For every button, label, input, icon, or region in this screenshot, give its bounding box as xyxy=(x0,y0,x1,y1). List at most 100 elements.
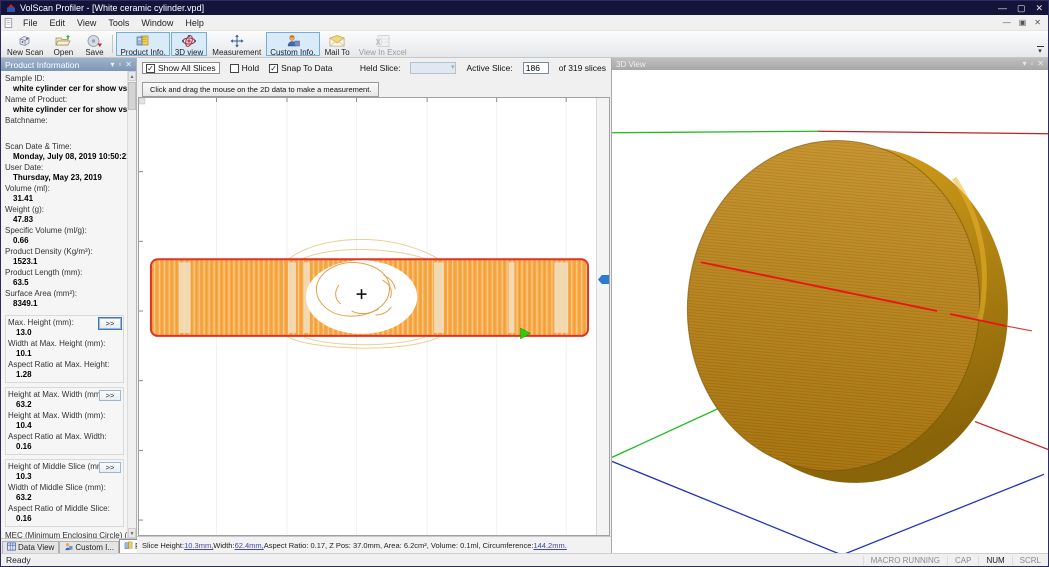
slice-slider[interactable] xyxy=(596,98,609,535)
scrollbar-thumb[interactable] xyxy=(128,82,136,110)
child-minimize-button[interactable]: — xyxy=(1003,18,1011,27)
toolbar-open-button[interactable]: Open xyxy=(48,32,78,56)
checkbox-box[interactable]: ✓ xyxy=(146,64,155,73)
toolbar-view-in-excel-button[interactable]: XView In Excel xyxy=(355,32,411,56)
menu-help[interactable]: Help xyxy=(179,17,210,29)
2d-plot-canvas[interactable] xyxy=(139,98,596,535)
toolbar-custom-info-button[interactable]: Custom Info. xyxy=(266,32,319,56)
jump-to-slice-button[interactable]: >> xyxy=(99,318,121,329)
toolbar-button-label: Custom Info. xyxy=(270,48,315,57)
status-value-link[interactable]: 144.2mm. xyxy=(533,541,566,550)
status-cap: CAP xyxy=(947,556,978,565)
field-label: Height at Max. Width (mm): xyxy=(8,411,121,421)
tab-label: Data View xyxy=(18,543,54,552)
panel-menu-icon[interactable]: ▾ xyxy=(1022,58,1026,70)
menu-view[interactable]: View xyxy=(71,17,102,29)
window-maximize-button[interactable]: ▢ xyxy=(1017,1,1026,15)
toolbar-save-button[interactable]: Save xyxy=(79,32,109,56)
field-label: User Date: xyxy=(5,163,124,173)
slice-total-label: of 319 slices xyxy=(559,63,606,73)
menu-window[interactable]: Window xyxy=(135,17,179,29)
checkbox-group: ✓Show All Slices Hold ✓Snap To Data xyxy=(142,62,332,74)
toolbar-button-label: Open xyxy=(54,48,74,57)
status-scrl: SCRL xyxy=(1012,556,1048,565)
info-group: >>Max. Height (mm):13.0Width at Max. Hei… xyxy=(5,315,124,383)
toolbar: New Scan Open Save Product Info.3D viewMeas… xyxy=(1,30,1048,58)
view-3d-header: 3D View ▾ ▫ ✕ xyxy=(612,58,1048,70)
field-label: Product Length (mm): xyxy=(5,268,124,278)
menu-edit[interactable]: Edit xyxy=(44,17,72,29)
info-group: >>Height at Max. Width (mm):63.2Height a… xyxy=(5,387,124,455)
held-slice-dropdown[interactable] xyxy=(410,62,456,74)
menu-tools[interactable]: Tools xyxy=(102,17,135,29)
toolbar-button-label: New Scan xyxy=(7,48,43,57)
checkbox-hold[interactable]: Hold xyxy=(230,63,259,73)
product-info-tab-icon xyxy=(124,541,133,552)
panel-menu-icon[interactable]: ▾ xyxy=(110,59,114,71)
toolbar-mail-to-button[interactable]: Mail To xyxy=(321,32,354,56)
document-icon[interactable] xyxy=(4,18,13,28)
app-logo-icon xyxy=(6,3,16,13)
measurement-hint-button[interactable]: Click and drag the mouse on the 2D data … xyxy=(142,82,379,97)
status-value-link[interactable]: 10.3mm, xyxy=(184,541,213,550)
pin-icon[interactable]: ▫ xyxy=(1030,58,1033,70)
tab-data-view[interactable]: Data View xyxy=(2,541,59,553)
product-info-scrollbar[interactable]: ▲ ▼ xyxy=(127,71,136,538)
toolbar-overflow-icon[interactable]: ▾ xyxy=(1034,46,1046,56)
3d-cylinder[interactable] xyxy=(673,128,1023,495)
title-bar: VolScan Profiler - [White ceramic cylind… xyxy=(1,1,1048,15)
save-icon xyxy=(85,34,103,48)
svg-text:X: X xyxy=(375,38,381,47)
field-value xyxy=(5,126,124,136)
field-label: Width at Max. Height (mm): xyxy=(8,339,121,349)
field-label: Surface Area (mm²): xyxy=(5,289,124,299)
field-label: Aspect Ratio of Middle Slice: xyxy=(8,504,121,514)
3d-canvas[interactable] xyxy=(612,70,1048,553)
child-restore-button[interactable]: ▣ xyxy=(1019,18,1027,27)
info-group: Sample ID:white cylinder cer for show vs… xyxy=(5,74,124,136)
plot-area xyxy=(138,97,610,536)
custom-info-tab-icon xyxy=(64,542,73,553)
checkbox-show-all-slices[interactable]: ✓Show All Slices xyxy=(142,62,220,74)
active-slice-input[interactable] xyxy=(523,62,549,74)
product-info-body: Sample ID:white cylinder cer for show vs… xyxy=(1,71,136,538)
app-window: VolScan Profiler - [White ceramic cylind… xyxy=(0,0,1049,567)
toolbar-button-label: Mail To xyxy=(325,48,350,57)
pin-icon[interactable]: ▫ xyxy=(118,59,121,71)
slice-slider-handle[interactable] xyxy=(598,275,609,284)
window-minimize-button[interactable]: — xyxy=(998,1,1007,15)
toolbar-new-scan-button[interactable]: New Scan xyxy=(3,32,47,56)
field-label: Sample ID: xyxy=(5,74,124,84)
excel-icon: X xyxy=(374,34,392,48)
panel-close-icon[interactable]: ✕ xyxy=(1037,58,1044,70)
menu-file[interactable]: File xyxy=(17,17,44,29)
scroll-down-icon[interactable]: ▼ xyxy=(128,528,136,538)
child-close-button[interactable]: ✕ xyxy=(1034,18,1041,27)
toolbar-measurement-button[interactable]: Measurement xyxy=(208,32,265,56)
status-bar: Ready MACRO RUNNINGCAPNUMSCRL xyxy=(1,553,1048,566)
checkbox-box[interactable]: ✓ xyxy=(269,64,278,73)
field-value: 0.66 xyxy=(5,236,124,246)
active-slice-label: Active Slice: xyxy=(466,63,512,73)
window-title: VolScan Profiler - [White ceramic cylind… xyxy=(20,3,204,13)
window-close-button[interactable]: ✕ xyxy=(1035,1,1043,15)
jump-to-slice-button[interactable]: >> xyxy=(99,390,121,401)
toolbar-3d-view-button[interactable]: 3D view xyxy=(171,32,207,56)
scroll-up-icon[interactable]: ▲ xyxy=(128,71,136,81)
field-value: 10.1 xyxy=(8,349,121,359)
field-label: Specific Volume (ml/g): xyxy=(5,226,124,236)
menu-items: FileEditViewToolsWindowHelp xyxy=(17,17,210,29)
field-label: Aspect Ratio at Max. Height: xyxy=(8,360,121,370)
product-info-header: Product Information ▾ ▫ ✕ xyxy=(1,58,136,71)
status-ready: Ready xyxy=(6,555,31,565)
toolbar-separator xyxy=(112,35,113,53)
checkbox-box[interactable] xyxy=(230,64,239,73)
info-group: >>Height of Middle Slice (mm):10.3Width … xyxy=(5,459,124,527)
jump-to-slice-button[interactable]: >> xyxy=(99,462,121,473)
panel-close-icon[interactable]: ✕ xyxy=(125,59,132,71)
tab-custom-i[interactable]: Custom I... xyxy=(59,541,119,553)
status-value-link[interactable]: 62.4mm, xyxy=(235,541,264,550)
checkbox-snap-to-data[interactable]: ✓Snap To Data xyxy=(269,63,332,73)
toolbar-product-info-button[interactable]: Product Info. xyxy=(116,32,169,56)
mail-to-icon xyxy=(328,34,346,48)
